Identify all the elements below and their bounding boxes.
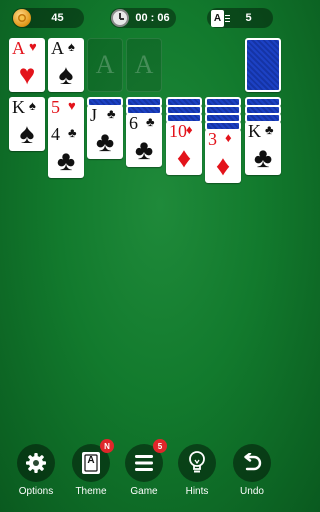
theme-icon-letter: A bbox=[87, 455, 95, 466]
game-label: Game bbox=[130, 486, 158, 497]
timer: 00 : 06 bbox=[110, 8, 176, 28]
coins-counter: 45 bbox=[12, 8, 84, 28]
foundation-card-1[interactable]: A ♥ ♥ bbox=[9, 38, 45, 92]
game-button[interactable]: 5 Game bbox=[119, 439, 169, 497]
undo-label: Undo bbox=[240, 486, 264, 497]
timer-value: 00 : 06 bbox=[135, 12, 170, 24]
card-suit-large: ♣ bbox=[56, 145, 76, 176]
card-suit-large: ♣ bbox=[134, 134, 154, 165]
tableau-card[interactable]: K ♠ ♠ bbox=[9, 97, 45, 151]
card-suit-small: ♦ bbox=[225, 130, 232, 145]
coins-value: 45 bbox=[51, 12, 64, 24]
card-suit-small: ♠ bbox=[68, 39, 75, 54]
undo-button[interactable]: Undo bbox=[227, 444, 277, 497]
tableau-card[interactable]: K ♣ ♣ bbox=[245, 121, 281, 175]
card-suit-large: ♠ bbox=[58, 59, 74, 90]
tableau-card[interactable]: 6 ♣ ♣ bbox=[126, 113, 162, 167]
card-suit-small: ♣ bbox=[68, 125, 77, 140]
tableau-card[interactable]: J ♣ ♣ bbox=[87, 105, 123, 159]
card-rank: 3 bbox=[208, 129, 217, 149]
moves-value: 5 bbox=[245, 12, 252, 24]
card-rank: A bbox=[51, 38, 64, 58]
menu-icon bbox=[135, 455, 153, 471]
card-rank: 6 bbox=[129, 113, 138, 133]
foundation-slot-4[interactable]: A bbox=[126, 38, 162, 92]
options-button[interactable]: Options bbox=[11, 444, 61, 497]
card-suit-large: ♦ bbox=[176, 142, 192, 173]
card-suit-small: ♠ bbox=[29, 98, 36, 113]
card-rank: K bbox=[248, 121, 261, 141]
lightbulb-icon bbox=[189, 451, 205, 473]
options-label: Options bbox=[18, 486, 54, 497]
card-rank: J bbox=[90, 105, 98, 125]
card-rank: K bbox=[12, 97, 25, 117]
card-suit-small: ♣ bbox=[146, 114, 155, 129]
card-suit-small: ♥ bbox=[29, 39, 37, 54]
tableau-card[interactable]: 10 ♦ ♦ bbox=[166, 121, 202, 175]
undo-icon bbox=[244, 453, 262, 471]
card-suit-large: ♦ bbox=[215, 150, 231, 181]
card-rank: 5 bbox=[51, 97, 60, 117]
moves-counter: A 5 bbox=[207, 8, 273, 28]
game-badge: 5 bbox=[153, 439, 167, 453]
card-suit-large: ♣ bbox=[253, 142, 273, 173]
card-suit-large: ♥ bbox=[18, 59, 36, 90]
card-suit-large: ♠ bbox=[19, 118, 35, 149]
card-rank: 4 bbox=[51, 124, 60, 144]
theme-badge: N bbox=[100, 439, 114, 453]
moves-card-icon: A bbox=[211, 9, 230, 27]
coin-icon bbox=[13, 9, 31, 27]
card-suit-large: ♣ bbox=[95, 126, 115, 157]
foundation-card-2[interactable]: A ♠ ♠ bbox=[48, 38, 84, 92]
hints-label: Hints bbox=[185, 486, 209, 497]
card-rank: A bbox=[12, 38, 25, 58]
tableau-card[interactable]: 3 ♦ ♦ bbox=[205, 129, 241, 183]
tableau-card[interactable]: 4 ♣ ♣ bbox=[48, 124, 84, 178]
card-suit-small: ♣ bbox=[265, 122, 274, 137]
card-suit-small: ♥ bbox=[68, 98, 76, 113]
gear-icon bbox=[26, 453, 46, 473]
clock-icon bbox=[111, 9, 129, 27]
foundation-slot-3[interactable]: A bbox=[87, 38, 123, 92]
card-suit-small: ♣ bbox=[107, 106, 116, 121]
theme-label: Theme bbox=[75, 486, 107, 497]
hints-button[interactable]: Hints bbox=[172, 444, 222, 497]
card-rank: 10 bbox=[169, 121, 187, 141]
stock-pile[interactable] bbox=[245, 38, 281, 92]
theme-button[interactable]: A N Theme bbox=[66, 439, 116, 497]
card-suit-small: ♦ bbox=[186, 122, 193, 137]
